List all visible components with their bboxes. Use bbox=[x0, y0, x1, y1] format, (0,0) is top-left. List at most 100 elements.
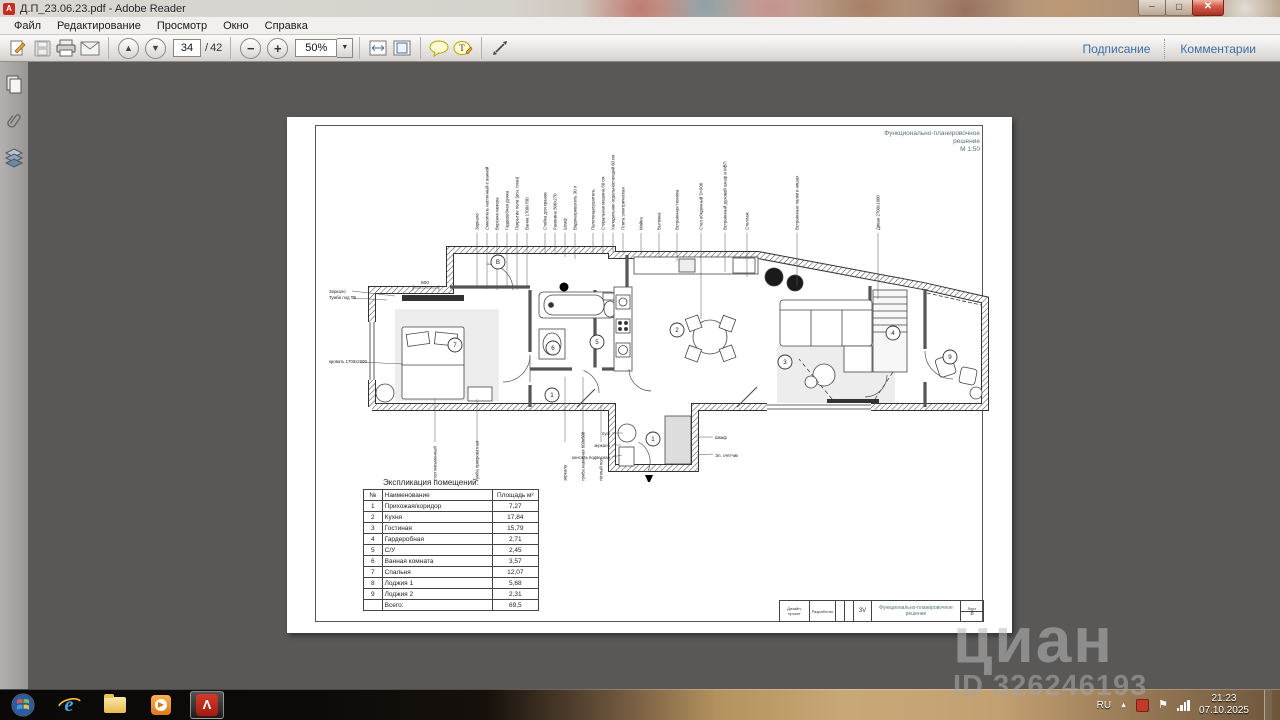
toolbar-separator bbox=[108, 37, 109, 59]
table-header: № bbox=[364, 490, 383, 501]
start-button[interactable] bbox=[6, 691, 40, 719]
plan-annotation: Стиральная машина 60 см bbox=[601, 176, 606, 230]
page-divider: / bbox=[205, 42, 208, 54]
room-number: 7 bbox=[453, 342, 457, 349]
comment-bubble-icon[interactable] bbox=[427, 37, 451, 59]
screen: A Д.П_23.06.23.pdf - Adobe Reader ─ ▢ ✕ … bbox=[0, 0, 1280, 720]
plan-annotation: Шкаф bbox=[715, 435, 727, 440]
toolbar-separator bbox=[230, 37, 231, 59]
pdf-page: Функционально-планировочное решение М 1:… bbox=[287, 117, 1012, 633]
page-number-input[interactable]: 34 bbox=[173, 39, 201, 57]
fit-page-icon[interactable] bbox=[390, 37, 414, 59]
previous-page-button[interactable]: ▲ bbox=[118, 38, 139, 59]
room-number: 4 bbox=[891, 330, 895, 337]
titleblock-sheet-value: 8 bbox=[970, 612, 973, 617]
toolbar-separator bbox=[359, 37, 360, 59]
menu-item-5[interactable]: Справка bbox=[257, 18, 316, 34]
table-row: 2Кухня17,84 bbox=[364, 512, 539, 523]
antivirus-tray-icon[interactable] bbox=[1136, 699, 1149, 712]
table-row: 3Гостиная15,79 bbox=[364, 523, 539, 534]
plan-annotation: тёплый пол bbox=[599, 458, 604, 481]
hidden-icons-arrow[interactable]: ▲ bbox=[1120, 702, 1127, 709]
table-header-row: №НаименованиеПлощадь м² bbox=[364, 490, 539, 501]
plan-annotation: зеркало bbox=[594, 443, 611, 448]
menu-item-3[interactable]: Просмотр bbox=[149, 18, 215, 34]
tray-time: 21:23 bbox=[1211, 693, 1236, 704]
window-title: Д.П_23.06.23.pdf - Adobe Reader bbox=[20, 3, 186, 15]
plan-annotation: Мойка bbox=[639, 217, 644, 230]
plan-annotation: Тумба под ТВ bbox=[329, 295, 356, 300]
adobe-reader-taskbar-icon[interactable]: Λ bbox=[190, 691, 224, 719]
room-number: 1 bbox=[651, 436, 655, 443]
network-signal-icon[interactable] bbox=[1177, 700, 1190, 711]
room-number: 6 bbox=[551, 345, 555, 352]
action-center-flag-icon[interactable]: ⚑ bbox=[1158, 700, 1168, 711]
page-thumbnails-icon[interactable] bbox=[4, 74, 24, 96]
fit-width-icon[interactable] bbox=[366, 37, 390, 59]
print-icon[interactable] bbox=[54, 37, 78, 59]
text-highlight-icon[interactable]: T bbox=[451, 37, 475, 59]
plan-annotation: Стеллаж bbox=[745, 212, 750, 230]
floor-plan: Зеркало Смеситель настенный с ванной Верхн… bbox=[327, 137, 992, 482]
plan-annotation: Гардеробная дужка bbox=[505, 190, 510, 230]
zoom-dropdown-arrow[interactable]: ▼ bbox=[337, 38, 353, 58]
plan-annotation: Верхняя камера bbox=[495, 197, 500, 230]
plan-annotation: Зеркало bbox=[329, 289, 346, 294]
email-icon[interactable] bbox=[78, 37, 102, 59]
plan-annotation: Покрытие пола (осн. план) bbox=[515, 176, 520, 230]
table-row: 5С/У2,45 bbox=[364, 545, 539, 556]
toolbar-separator bbox=[420, 37, 421, 59]
room-number: 1 bbox=[550, 392, 554, 399]
edit-icon[interactable] bbox=[6, 37, 30, 59]
plan-annotation: Смеситель настенный с ванной bbox=[485, 166, 490, 230]
plan-annotation: пуф bbox=[602, 431, 610, 436]
menu-item-4[interactable]: Окно bbox=[215, 18, 257, 34]
menu-bar: ФайлРедактированиеПросмотрОкноСправка bbox=[0, 17, 1280, 35]
svg-text:e: e bbox=[65, 694, 74, 716]
table-header: Площадь м² bbox=[492, 490, 538, 501]
maximize-button[interactable]: ▢ bbox=[1165, 0, 1193, 16]
plan-annotation: кровать 1700х2200 bbox=[329, 359, 367, 364]
save-icon[interactable] bbox=[30, 37, 54, 59]
toolbar-right-links: Подписание Комментарии bbox=[1068, 35, 1270, 62]
close-button[interactable]: ✕ bbox=[1192, 0, 1224, 16]
media-player-icon[interactable]: ▶ bbox=[144, 691, 178, 719]
plan-annotation: Эл. счётчик bbox=[715, 453, 738, 458]
table-row: 9Лоджия 22,31 bbox=[364, 589, 539, 600]
internet-explorer-icon[interactable]: e bbox=[52, 691, 86, 719]
window-controls: ─ ▢ ✕ bbox=[1138, 0, 1223, 15]
table-row: 4Гардеробная2,71 bbox=[364, 534, 539, 545]
layers-icon[interactable] bbox=[4, 146, 24, 168]
table-total-row: Всего: 69,5 bbox=[364, 600, 539, 611]
document-viewport[interactable]: Функционально-планировочное решение М 1:… bbox=[28, 62, 1280, 690]
file-explorer-icon[interactable] bbox=[98, 691, 132, 719]
attachments-paperclip-icon[interactable] bbox=[4, 110, 24, 132]
plan-annotation: тумба прикроватная bbox=[475, 440, 480, 481]
explication-table: №НаименованиеПлощадь м² 1Прихожая/коридо… bbox=[363, 489, 539, 611]
show-desktop-button[interactable] bbox=[1264, 690, 1272, 720]
zoom-out-button[interactable]: − bbox=[240, 38, 261, 59]
fullscreen-icon[interactable] bbox=[488, 37, 512, 59]
menu-item-1[interactable]: Файл bbox=[6, 18, 49, 34]
table-header: Наименование bbox=[382, 490, 492, 501]
menu-item-2[interactable]: Редактирование bbox=[49, 18, 149, 34]
room-number: 3 bbox=[783, 359, 787, 366]
next-page-button[interactable]: ▼ bbox=[145, 38, 166, 59]
room-number: 2 bbox=[675, 327, 679, 334]
plan-annotation: консоль подвесная bbox=[572, 455, 611, 460]
taskbar: e ▶ Λ RU ▲ ⚑ 21:23 07.10.2025 bbox=[0, 689, 1280, 720]
total-value: 69,5 bbox=[492, 600, 538, 611]
minimize-button[interactable]: ─ bbox=[1138, 0, 1166, 16]
language-indicator[interactable]: RU bbox=[1097, 700, 1111, 711]
clock[interactable]: 21:23 07.10.2025 bbox=[1199, 693, 1249, 717]
signing-button[interactable]: Подписание bbox=[1068, 42, 1164, 56]
zoom-level-input[interactable]: 50% bbox=[295, 39, 337, 57]
titleblock-doc2: решение bbox=[906, 611, 927, 617]
plan-annotation: зеркало bbox=[563, 464, 568, 481]
plan-annotation: Встроенные полки в нишах bbox=[795, 175, 800, 230]
comments-button[interactable]: Комментарии bbox=[1166, 42, 1270, 56]
plan-annotation: Водонагреватель 30 л bbox=[573, 185, 578, 230]
plan-annotation: Встроенный духовой шкаф и МВП bbox=[723, 161, 728, 230]
plan-annotation: стол письменный bbox=[433, 446, 438, 481]
zoom-in-button[interactable]: + bbox=[267, 38, 288, 59]
